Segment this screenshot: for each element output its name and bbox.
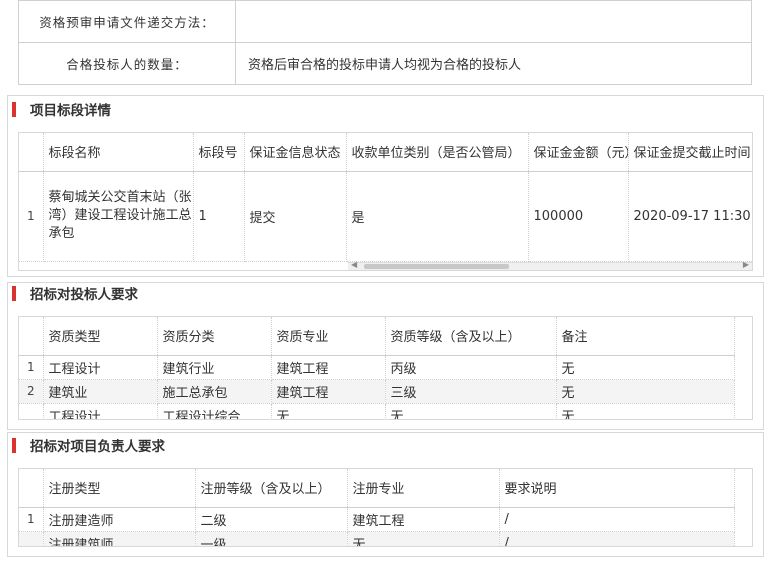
col-header[interactable]: 资质分类 [157,317,272,356]
qual-class-cell: 工程设计综合 [157,403,272,419]
reg-level-cell: 一级 [195,531,348,546]
table-row[interactable]: 1 蔡甸城关公交首末站（张湾）建设工程设计施工总承包 1 提交 是 100000… [19,171,752,262]
qual-level-cell: 三级 [385,379,557,404]
col-header[interactable]: 注册类型 [43,469,196,508]
deposit-status-cell: 提交 [244,171,347,262]
col-header[interactable]: 要求说明 [499,469,735,508]
row-number [19,403,44,419]
section-marker [12,101,16,117]
qual-major-cell: 无 [271,403,386,419]
qual-level-cell: 丙级 [385,355,557,380]
grid-header-row: 资质类型 资质分类 资质专业 资质等级（含及以上） 备注 [19,317,735,356]
row-number: 1 [19,355,44,380]
qual-class-cell: 施工总承包 [157,379,272,404]
qualified-count-label: 合格投标人的数量： [18,42,236,85]
reg-type-cell: 注册建筑师 [43,531,196,546]
manager-section-title: 招标对项目负责人要求 [12,435,165,455]
reg-note-cell: / [499,507,735,532]
bidder-section-title: 招标对投标人要求 [12,283,138,303]
row-number: 1 [19,171,44,262]
reg-type-cell: 注册建造师 [43,507,196,532]
col-header[interactable]: 注册等级（含及以上） [195,469,348,508]
qual-level-cell: 无 [385,403,557,419]
grid-header-row: 注册类型 注册等级（含及以上） 注册专业 要求说明 [19,469,735,508]
section-marker [12,285,16,301]
qual-type-cell: 工程设计 [43,403,158,419]
deposit-amount-cell: 100000 [528,171,629,262]
table-row[interactable]: 2 建筑业 施工总承包 建筑工程 三级 无 [19,379,735,404]
col-header[interactable]: 注册专业 [347,469,500,508]
qualified-count-value: 资格后审合格的投标申请人均视为合格的投标人 [235,42,752,85]
bidder-grid: 资质类型 资质分类 资质专业 资质等级（含及以上） 备注 1 工程设计 建筑行业… [18,316,753,420]
section-title-text: 招标对项目负责人要求 [30,439,165,455]
row-number-header [19,133,44,172]
segment-name-cell: 蔡甸城关公交首末站（张湾）建设工程设计施工总承包 [43,171,194,262]
scroll-left-icon[interactable]: ◀ [351,260,357,269]
row-number-header [19,317,44,356]
row-number [19,531,44,546]
col-header[interactable]: 保证金信息状态 [244,133,347,172]
segment-code-cell: 1 [193,171,245,262]
col-header[interactable]: 资质专业 [271,317,386,356]
grid-header-row: 标段名称 标段号 保证金信息状态 收款单位类别（是否公管局） 保证金金额（元） … [19,133,752,172]
submit-method-label: 资格预审申请文件递交方法： [18,0,236,43]
qual-note-cell: 无 [556,403,735,419]
col-header[interactable]: 资质等级（含及以上） [385,317,557,356]
qual-major-cell: 建筑工程 [271,379,386,404]
info-row: 合格投标人的数量： 资格后审合格的投标申请人均视为合格的投标人 [18,42,752,85]
col-header[interactable]: 标段名称 [43,133,194,172]
qual-major-cell: 建筑工程 [271,355,386,380]
row-number-header [19,469,44,508]
qual-class-cell: 建筑行业 [157,355,272,380]
table-row[interactable]: 1 注册建造师 二级 建筑工程 / [19,507,735,532]
section-marker [12,437,16,453]
reg-major-cell: 建筑工程 [347,507,500,532]
payee-category-cell: 是 [346,171,529,262]
reg-level-cell: 二级 [195,507,348,532]
qual-type-cell: 建筑业 [43,379,158,404]
info-row: 资格预审申请文件递交方法： [18,0,752,43]
reg-major-cell: 无 [347,531,500,546]
table-row[interactable]: 1 工程设计 建筑行业 建筑工程 丙级 无 [19,355,735,380]
submit-method-value [235,0,752,43]
row-number: 2 [19,379,44,404]
col-header[interactable]: 资质类型 [43,317,158,356]
reg-note-cell: / [499,531,735,546]
qual-type-cell: 工程设计 [43,355,158,380]
table-row[interactable]: 工程设计 工程设计综合 无 无 无 [19,403,735,419]
row-number: 1 [19,507,44,532]
info-table: 资格预审申请文件递交方法： 合格投标人的数量： 资格后审合格的投标申请人均视为合… [18,0,752,85]
qual-note-cell: 无 [556,355,735,380]
col-header[interactable]: 标段号 [193,133,245,172]
table-row[interactable]: 注册建筑师 一级 无 / [19,531,735,546]
col-header[interactable]: 保证金提交截止时间 [628,133,752,172]
manager-grid: 注册类型 注册等级（含及以上） 注册专业 要求说明 1 注册建造师 二级 建筑工… [18,468,753,547]
col-header[interactable]: 收款单位类别（是否公管局） [346,133,529,172]
segment-section-title: 项目标段详情 [12,99,111,119]
section-title-text: 项目标段详情 [30,103,111,119]
horizontal-scrollbar[interactable]: ◀ ▶ [348,260,752,270]
col-header[interactable]: 备注 [556,317,735,356]
col-header[interactable]: 保证金金额（元） [528,133,629,172]
scrollbar-thumb[interactable] [364,264,509,269]
segment-grid: 标段名称 标段号 保证金信息状态 收款单位类别（是否公管局） 保证金金额（元） … [18,132,753,271]
section-title-text: 招标对投标人要求 [30,287,138,303]
deadline-cell: 2020-09-17 11:30 [628,171,752,262]
qual-note-cell: 无 [556,379,735,404]
scroll-right-icon[interactable]: ▶ [743,260,749,269]
